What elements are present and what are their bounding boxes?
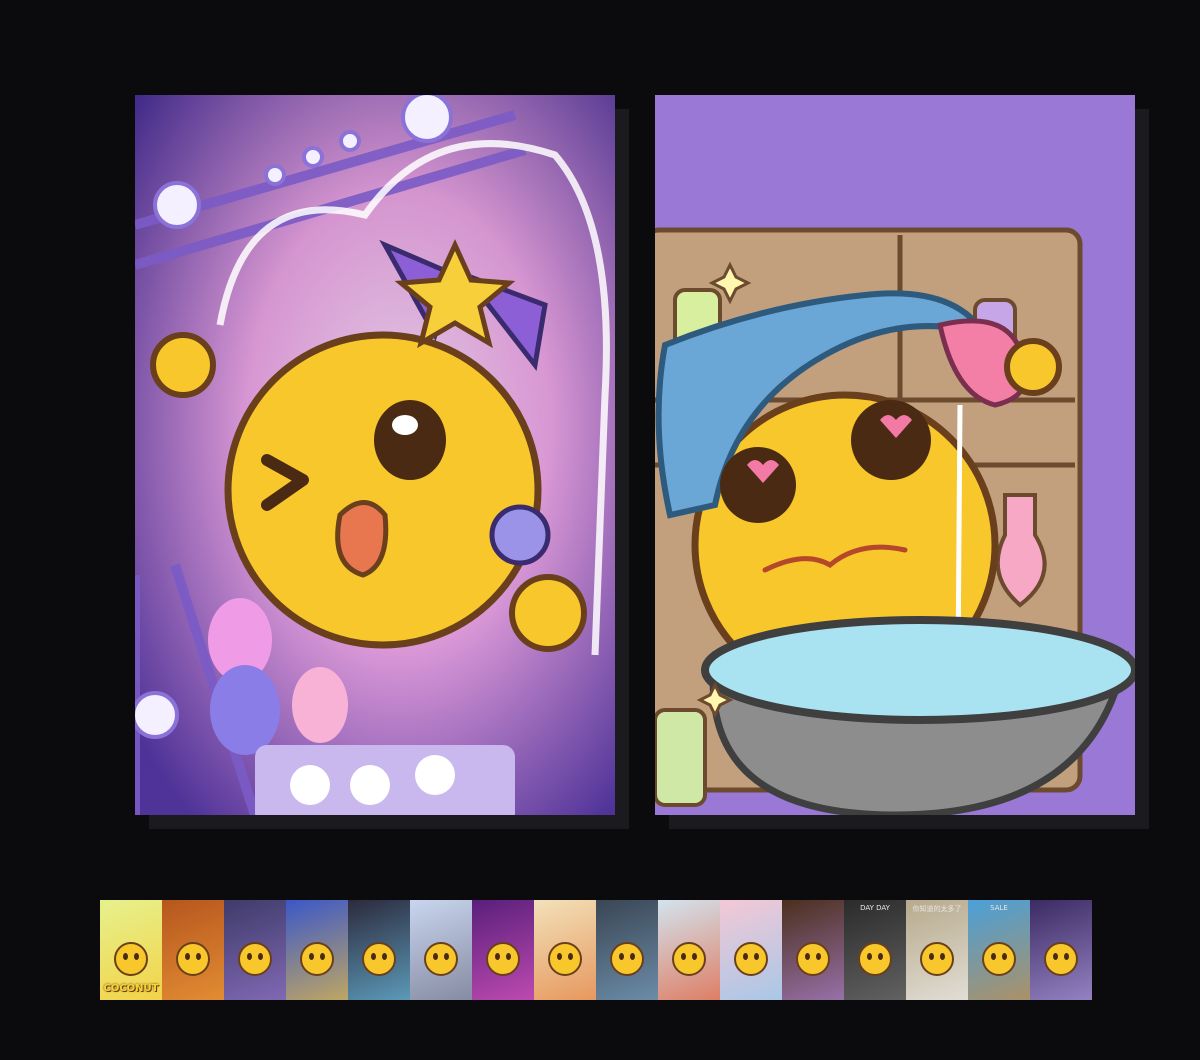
thumbnail-5[interactable]	[348, 900, 410, 1000]
thumbnail-1[interactable]: COCONUT	[100, 900, 162, 1000]
thumbnail-character-icon	[114, 942, 148, 976]
thumbnail-character-icon	[610, 942, 644, 976]
thumbnail-9[interactable]	[596, 900, 658, 1000]
thumbnail-character-icon	[362, 942, 396, 976]
thumbnail-character-icon	[920, 942, 954, 976]
thumbnail-character-icon	[424, 942, 458, 976]
thumbnail-strip: COCONUT DAY DAY 你知道的太多了 SALE	[100, 900, 1092, 1000]
thumbnail-character-icon	[238, 942, 272, 976]
thumbnail-7[interactable]	[472, 900, 534, 1000]
thumbnail-label: COCONUT	[103, 983, 159, 994]
thumbnail-character-icon	[734, 942, 768, 976]
thumbnail-character-icon	[982, 942, 1016, 976]
thumbnail-10[interactable]	[658, 900, 720, 1000]
stage-light-bar	[255, 745, 515, 815]
thumbnail-character-icon	[300, 942, 334, 976]
right-page-illustration[interactable]	[655, 95, 1135, 815]
thumbnail-caption: DAY DAY	[860, 904, 890, 912]
thumbnail-character-icon	[858, 942, 892, 976]
thumbnail-caption: 你知道的太多了	[912, 905, 962, 913]
thumbnail-character-icon	[486, 942, 520, 976]
thumbnail-8[interactable]	[534, 900, 596, 1000]
page-spread	[0, 0, 1200, 860]
thumbnail-16[interactable]	[1030, 900, 1092, 1000]
thumbnail-character-icon	[672, 942, 706, 976]
thumbnail-character-icon	[548, 942, 582, 976]
thumbnail-4[interactable]	[286, 900, 348, 1000]
potion-cauldron-illustration	[655, 95, 1135, 815]
thumbnail-14[interactable]: 你知道的太多了	[906, 900, 968, 1000]
idol-stage-illustration	[135, 95, 615, 815]
thumbnail-11[interactable]	[720, 900, 782, 1000]
thumbnail-character-icon	[1044, 942, 1078, 976]
thumbnail-13[interactable]: DAY DAY	[844, 900, 906, 1000]
thumbnail-3[interactable]	[224, 900, 286, 1000]
thumbnail-character-icon	[796, 942, 830, 976]
thumbnail-12[interactable]	[782, 900, 844, 1000]
thumbnail-2[interactable]	[162, 900, 224, 1000]
thumbnail-15[interactable]: SALE	[968, 900, 1030, 1000]
thumbnail-character-icon	[176, 942, 210, 976]
left-page-illustration[interactable]	[135, 95, 615, 815]
thumbnail-6[interactable]	[410, 900, 472, 1000]
thumbnail-caption: SALE	[990, 904, 1008, 912]
